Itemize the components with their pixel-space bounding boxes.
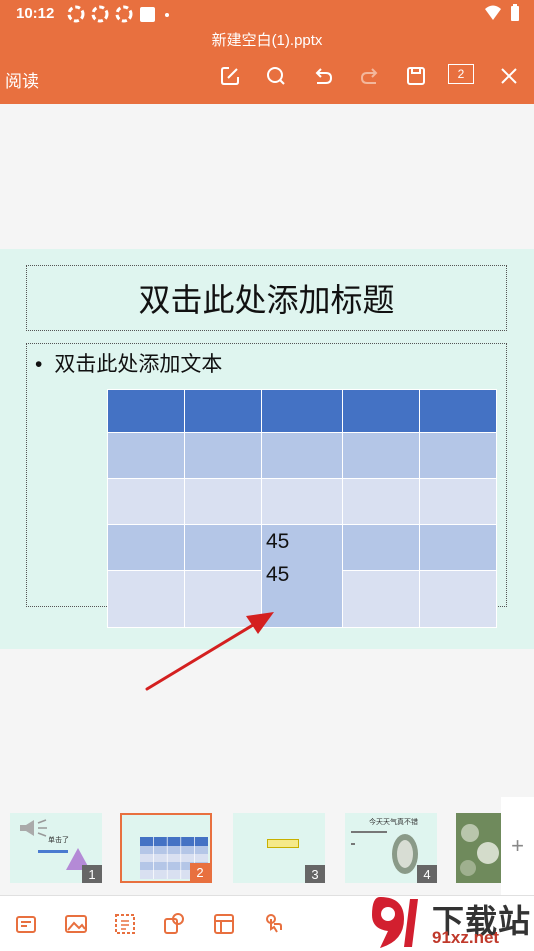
table-cell[interactable] [419,389,497,433]
thumb-number: 3 [305,865,325,883]
edit-button[interactable] [216,62,244,90]
save-icon [407,67,425,85]
more-dot-icon [165,12,169,17]
table-cell[interactable] [419,432,497,479]
cell-value: 45 [266,530,290,553]
slide-table[interactable]: 45 45 [107,389,497,628]
watermark-url: 91xz.net [432,928,500,947]
slide-thumbnail[interactable]: 单击了 1 [10,813,102,883]
cell-value: 45 [266,563,290,586]
thumb-textbox [267,839,299,848]
table-cell[interactable] [261,389,343,433]
animation-button[interactable] [260,910,288,938]
status-time: 10:12 [16,5,55,22]
slide-thumbnail[interactable]: 3 [233,813,325,883]
textbox-icon [115,914,135,934]
redo-button[interactable] [356,62,384,90]
save-button[interactable] [402,62,430,90]
table-cell[interactable] [107,478,185,525]
status-bar: 10:12 [0,0,534,26]
thumb-text: 单击了 [48,837,69,844]
slide-thumbnail-active[interactable]: 2 [120,813,212,883]
table-cell[interactable] [184,389,262,433]
table-cell[interactable] [419,570,497,628]
table-cell[interactable] [342,432,420,479]
thumb-title: 今天天气真不错 [369,819,418,826]
slide-thumbnail[interactable]: 今天天气真不错 4 [345,813,437,883]
system-icons [484,4,520,22]
table-icon [214,914,234,934]
thumb-number: 2 [190,863,210,881]
app-notification-icon [91,5,109,23]
table-cell[interactable] [261,478,343,525]
app-notification-icon [115,5,133,23]
close-button[interactable] [495,62,523,90]
slide-thumbnail[interactable] [456,813,502,883]
table-cell[interactable] [107,432,185,479]
table-cell[interactable] [342,478,420,525]
app-header: 10:12 新建空白(1).pptx 阅读 2 [0,0,534,104]
file-title: 新建空白(1).pptx [211,32,323,49]
battery-icon [511,4,519,21]
table-cell[interactable] [261,432,343,479]
thumb-number: 1 [82,865,102,883]
insert-textbox-button[interactable] [111,910,139,938]
table-cell[interactable] [107,389,185,433]
bullet-text: • 双击此处添加文本 [35,348,222,378]
square-notification-icon [140,6,155,22]
thumb-number: 4 [417,865,437,883]
insert-table-button[interactable] [210,910,238,938]
image-icon [65,915,87,933]
table-cell[interactable] [184,524,262,571]
slide-title-placeholder[interactable]: 双击此处添加标题 [26,265,507,331]
search-icon [267,67,285,85]
edit-icon [221,67,239,85]
notification-icons [67,5,172,23]
redo-icon [360,68,378,84]
table-cell[interactable] [184,478,262,525]
table-cell[interactable] [342,389,420,433]
search-button[interactable] [262,62,290,90]
thumb-photo [456,813,502,883]
touch-icon [266,914,282,933]
table-cell[interactable] [419,524,497,571]
body-text: 双击此处添加文本 [54,353,223,376]
slide-canvas[interactable]: 双击此处添加标题 • 双击此处添加文本 45 45 [0,249,534,649]
table-cell[interactable] [419,478,497,525]
thumb-text-lines [351,843,355,845]
wifi-icon [485,5,501,20]
page-count-button[interactable]: 2 [448,64,474,84]
table-cell[interactable] [184,432,262,479]
thumb-photo [392,834,418,874]
reading-mode-button[interactable]: 阅读 [5,67,39,92]
table-cell[interactable] [107,524,185,571]
thumb-text-lines [351,831,387,833]
insert-image-button[interactable] [62,910,90,938]
undo-button[interactable] [309,62,337,90]
toolbar: 阅读 2 [0,58,534,94]
slide-thumbnails: 单击了 1 2 3 今天天气真不错 4 + [0,797,534,895]
insert-slide-button[interactable] [12,910,40,938]
thumb-link [38,850,68,853]
table-cell[interactable] [342,524,420,571]
speaker-shape-icon [20,819,47,837]
slide-title-text: 双击此处添加标题 [138,282,395,318]
insert-shape-button[interactable] [160,910,188,938]
add-slide-button[interactable]: + [501,797,534,895]
shape-icon [164,913,184,934]
bullet-dot: • [35,353,43,376]
table-cell[interactable] [342,570,420,628]
undo-icon [315,68,333,84]
close-icon [501,68,517,84]
app-notification-icon [67,5,85,23]
new-slide-icon [16,916,36,933]
annotation-arrow [145,612,274,691]
